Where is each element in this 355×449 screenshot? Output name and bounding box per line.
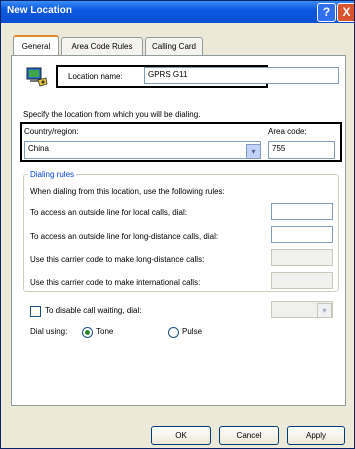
pulse-label: Pulse xyxy=(182,327,203,336)
tone-radio[interactable] xyxy=(82,327,93,338)
tab-calling-card[interactable]: Calling Card xyxy=(145,37,203,55)
dial-using-label: Dial using: xyxy=(30,327,68,336)
pulse-radio[interactable] xyxy=(168,327,179,338)
tab-area-code-rules[interactable]: Area Code Rules xyxy=(61,37,143,55)
country-select[interactable]: China xyxy=(24,141,261,159)
general-tab-panel: Location name: GPRS G11 Specify the loca… xyxy=(11,55,346,406)
dialing-rules-intro: When dialing from this location, use the… xyxy=(30,187,225,196)
long-distance-access-input[interactable] xyxy=(271,226,333,243)
apply-button[interactable]: Apply xyxy=(287,426,345,445)
computer-phone-icon xyxy=(26,66,48,88)
country-label: Country/region: xyxy=(24,127,79,136)
call-waiting-label: To disable call waiting, dial: xyxy=(45,306,142,315)
carrier-international-label: Use this carrier code to make internatio… xyxy=(30,278,201,287)
call-waiting-chevron-down-icon[interactable]: ▾ xyxy=(317,303,332,318)
carrier-international-input[interactable] xyxy=(271,272,333,289)
title-bar[interactable]: New Location ? X xyxy=(1,1,354,23)
location-name-label: Location name: xyxy=(68,72,123,81)
local-access-label: To access an outside line for local call… xyxy=(30,208,187,217)
chevron-down-icon[interactable]: ▾ xyxy=(246,144,261,159)
area-code-input[interactable]: 755 xyxy=(268,141,335,159)
cancel-button[interactable]: Cancel xyxy=(219,426,279,445)
carrier-long-distance-label: Use this carrier code to make long-dista… xyxy=(30,255,205,264)
country-value: China xyxy=(28,144,49,153)
new-location-dialog: New Location ? X General Area Code Rules… xyxy=(0,0,355,449)
carrier-long-distance-input[interactable] xyxy=(271,249,333,266)
call-waiting-checkbox[interactable] xyxy=(30,306,41,317)
long-distance-access-label: To access an outside line for long-dista… xyxy=(30,232,219,241)
local-access-input[interactable] xyxy=(271,203,333,220)
tab-general[interactable]: General xyxy=(13,35,59,56)
tone-radio-dot xyxy=(85,330,90,335)
close-button[interactable]: X xyxy=(337,3,354,22)
location-name-input[interactable]: GPRS G11 xyxy=(144,67,339,84)
dialing-rules-title: Dialing rules xyxy=(28,170,77,179)
ok-button[interactable]: OK xyxy=(151,426,211,445)
tone-label: Tone xyxy=(96,327,114,336)
help-button[interactable]: ? xyxy=(317,3,336,22)
area-code-label: Area code: xyxy=(268,127,307,136)
specify-instructions: Specify the location from which you will… xyxy=(23,110,201,119)
window-title: New Location xyxy=(7,5,73,16)
